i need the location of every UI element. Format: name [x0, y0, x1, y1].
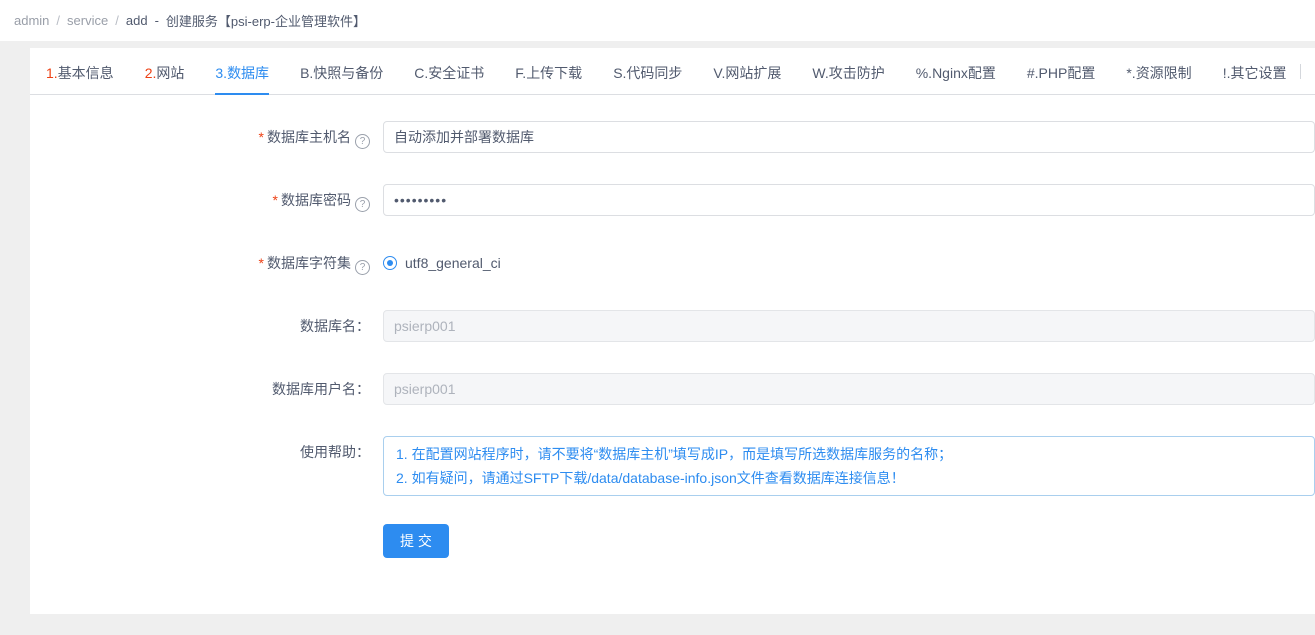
tab-upload-download[interactable]: F.上传下载 — [515, 48, 582, 94]
page-title: 创建服务【psi-erp-企业管理软件】 — [165, 14, 366, 29]
form-row-usage-help: 使用帮助： 1. 在配置网站程序时，请不要将“数据库主机”填写成IP，而是填写所… — [30, 436, 1315, 496]
breadcrumb-item-admin[interactable]: admin — [14, 13, 49, 28]
tab-database[interactable]: 3.数据库 — [215, 48, 270, 95]
usage-help-line-1: 1. 在配置网站程序时，请不要将“数据库主机”填写成IP，而是填写所选数据库服务… — [396, 446, 953, 462]
radio-dot — [387, 260, 393, 266]
tab-other-settings[interactable]: !.其它设置 — [1223, 48, 1287, 94]
db-charset-help-icon[interactable]: ? — [355, 260, 370, 275]
tab-label: 资源限制 — [1135, 65, 1192, 81]
tab-label: PHP配置 — [1038, 65, 1096, 81]
tab-site-extension[interactable]: V.网站扩展 — [713, 48, 781, 94]
form-row-db-username: 数据库用户名： — [30, 373, 1315, 405]
db-host-input[interactable] — [383, 121, 1315, 153]
form-row-db-name: 数据库名： — [30, 310, 1315, 342]
form-row-db-charset: * 数据库字符集? utf8_general_ci — [30, 247, 1315, 279]
required-asterisk: * — [272, 192, 278, 208]
tab-code-sync[interactable]: S.代码同步 — [613, 48, 682, 94]
db-password-input[interactable] — [383, 184, 1315, 216]
tab-resource-limit[interactable]: *.资源限制 — [1126, 48, 1191, 94]
db-password-label: * 数据库密码? — [30, 184, 383, 216]
breadcrumb-item-add: add — [125, 13, 148, 28]
db-password-help-icon[interactable]: ? — [355, 197, 370, 212]
tab-label: 攻击防护 — [828, 65, 885, 81]
breadcrumb-dash: - — [154, 13, 159, 28]
breadcrumb-item-service[interactable]: service — [67, 13, 108, 28]
db-host-help-icon[interactable]: ? — [355, 134, 370, 149]
db-charset-radio-label[interactable]: utf8_general_ci — [405, 255, 501, 271]
usage-help-line-2: 2. 如有疑问，请通过SFTP下载/data/database-info.jso… — [396, 470, 905, 486]
db-name-label: 数据库名： — [300, 318, 370, 334]
tab-label: 代码同步 — [626, 65, 683, 81]
db-charset-radio[interactable] — [383, 256, 397, 270]
db-username-input — [383, 373, 1315, 405]
required-asterisk: * — [258, 129, 264, 145]
form-row-db-host: * 数据库主机名? — [30, 121, 1315, 153]
tab-ssl-cert[interactable]: C.安全证书 — [414, 48, 484, 94]
tab-bar: 1.基本信息 2.网站 3.数据库 B.快照与备份 C.安全证书 F.上传下载 … — [30, 48, 1315, 95]
db-name-input — [383, 310, 1315, 342]
db-charset-label: * 数据库字符集? — [30, 247, 383, 279]
submit-button[interactable]: 提 交 — [383, 524, 449, 558]
db-charset-radio-group: utf8_general_ci — [383, 247, 1315, 279]
breadcrumb-separator: / — [56, 13, 61, 28]
tab-label: Nginx配置 — [932, 65, 996, 81]
db-host-label: * 数据库主机名? — [30, 121, 383, 153]
tab-php-config[interactable]: #.PHP配置 — [1027, 48, 1095, 94]
tab-label: 快照与备份 — [313, 65, 384, 81]
tab-label: 网站 — [156, 65, 185, 81]
tab-label: 网站扩展 — [725, 65, 782, 81]
tab-website[interactable]: 2.网站 — [145, 48, 185, 94]
tab-bar-divider — [1300, 64, 1301, 79]
tab-snapshot-backup[interactable]: B.快照与备份 — [300, 48, 383, 94]
form-row-db-password: * 数据库密码? — [30, 184, 1315, 216]
tab-nginx-config[interactable]: %.Nginx配置 — [916, 48, 996, 94]
breadcrumb: admin / service / add - 创建服务【psi-erp-企业管… — [0, 0, 1315, 41]
usage-help-box: 1. 在配置网站程序时，请不要将“数据库主机”填写成IP，而是填写所选数据库服务… — [383, 436, 1315, 496]
usage-help-label: 使用帮助： — [300, 444, 370, 460]
required-asterisk: * — [258, 255, 264, 271]
tab-label: 安全证书 — [428, 65, 485, 81]
main-panel: 1.基本信息 2.网站 3.数据库 B.快照与备份 C.安全证书 F.上传下载 … — [30, 48, 1315, 614]
breadcrumb-separator: / — [115, 13, 119, 28]
tab-attack-protection[interactable]: W.攻击防护 — [812, 48, 884, 94]
database-form: *数据库主机名? *数据库密码? *数据库字符集? utf8_gen — [30, 95, 1315, 614]
submit-row: 提 交 — [383, 524, 1315, 614]
tab-label: 上传下载 — [526, 65, 583, 81]
tab-label: 其它设置 — [1230, 65, 1287, 81]
tab-basic-info[interactable]: 1.基本信息 — [46, 48, 114, 94]
db-username-label: 数据库用户名： — [272, 381, 370, 397]
tab-label: 数据库 — [227, 65, 270, 81]
tab-label: 基本信息 — [57, 65, 114, 81]
